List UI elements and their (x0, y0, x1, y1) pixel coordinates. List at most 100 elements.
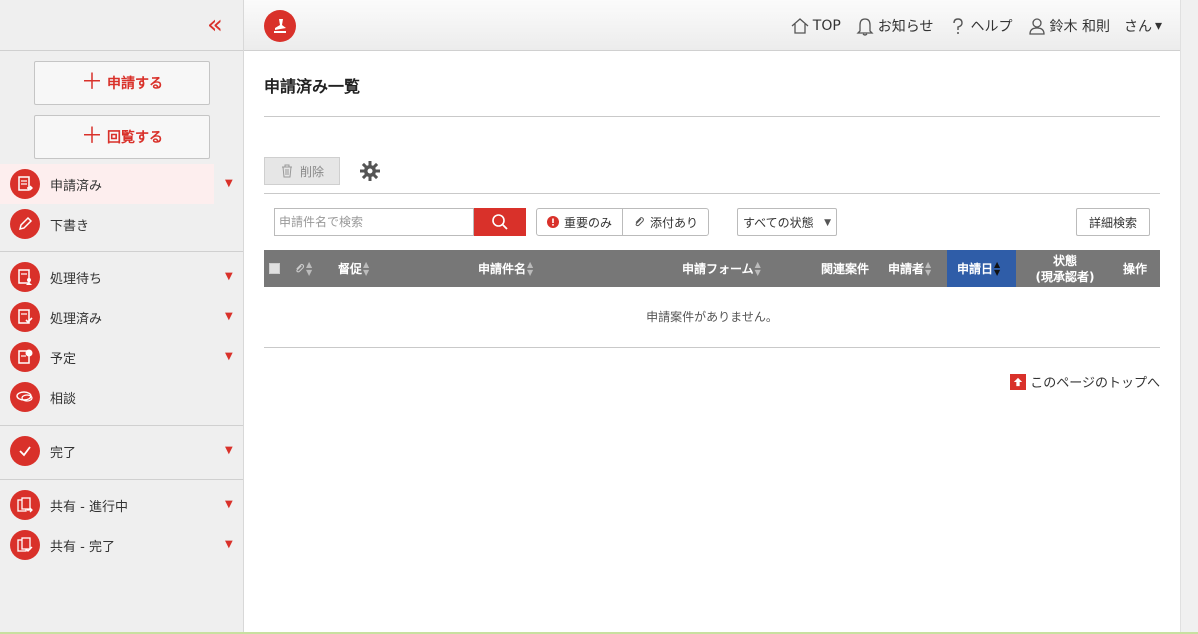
sidebar-item-shared-in-progress[interactable]: 共有 - 進行中 (0, 485, 243, 525)
search-icon (492, 214, 508, 230)
pencil-icon (10, 209, 40, 239)
sidebar-divider (0, 251, 243, 252)
chevron-down-icon[interactable]: ▼ (225, 351, 233, 362)
paperclip-icon (635, 217, 644, 227)
document-person-icon (10, 262, 40, 292)
column-label: 関連案件 (821, 262, 870, 276)
help-link[interactable]: ヘルプ (948, 16, 1013, 36)
table-header: ▲ ▼ 督促 ▲ ▼ 申請件名 ▲ ▼ 申請フォーム ▲ ▼ 関連案件 申請者 ▲ ▼ 申… (264, 250, 1160, 287)
chevron-down-icon[interactable]: ▼ (225, 311, 233, 322)
title-divider (264, 116, 1160, 117)
column-form[interactable]: 申請フォーム ▲ ▼ (682, 250, 761, 287)
chevron-down-icon[interactable]: ▼ (225, 445, 233, 456)
column-related: 関連案件 (821, 250, 869, 287)
column-date[interactable]: 申請日 ▲ ▼ (947, 250, 1016, 287)
plus-icon: ＋ (80, 70, 103, 95)
sidebar-item-label: 完了 (50, 445, 77, 461)
select-all-checkbox[interactable] (269, 263, 280, 274)
chat-bubble-icon (10, 382, 40, 412)
sort-icon: ▲ ▼ (306, 259, 313, 277)
chevron-down-icon[interactable]: ▼ (225, 499, 233, 510)
status-select[interactable]: すべての状態 ▼ (737, 208, 837, 236)
column-status[interactable]: 状態 (現承認者) (1016, 250, 1114, 287)
sidebar: « ＋ 申請する ＋ 回覧する 申請済み ▼ 下書き 処理待ち ▼ 処理済み ▼… (0, 0, 244, 634)
attachment-filter[interactable]: 添付あり (622, 209, 708, 235)
sidebar-divider (0, 425, 243, 426)
arrow-up-icon (1010, 373, 1027, 390)
attachment-filter-label: 添付あり (650, 215, 699, 230)
document-clock-icon (10, 342, 40, 372)
column-label: 操作 (1123, 262, 1148, 276)
column-urge[interactable]: 督促 ▲ ▼ (338, 250, 369, 287)
shared-docs-check-icon (10, 530, 40, 560)
shared-docs-icon (10, 490, 40, 520)
toolbar-divider (264, 193, 1160, 194)
filter-group: 重要のみ 添付あり (536, 208, 710, 236)
advanced-search-button[interactable]: 詳細検索 (1076, 208, 1150, 236)
double-chevron-left-icon[interactable]: « (201, 12, 225, 38)
page-top-link[interactable]: このページのトップへ (1010, 372, 1160, 391)
column-label: 督促 (338, 262, 363, 276)
help-link-label: ヘルプ (970, 18, 1013, 35)
apply-button-label: 申請する (107, 76, 163, 92)
sort-icon: ▲ ▼ (363, 259, 370, 277)
chevron-down-icon[interactable]: ▼ (225, 539, 233, 550)
sidebar-item-consult[interactable]: 相談 (0, 377, 243, 417)
column-label: 申請日 (957, 262, 994, 276)
sidebar-item-applied[interactable]: 申請済み (0, 164, 214, 204)
sidebar-item-scheduled[interactable]: 予定 (0, 337, 243, 377)
search-input[interactable] (274, 208, 474, 236)
chevron-down-icon[interactable]: ▼ (225, 271, 233, 282)
gear-icon[interactable] (359, 160, 381, 182)
sort-icon: ▲ ▼ (527, 259, 534, 277)
bell-icon (856, 17, 874, 36)
stamp-logo-icon[interactable] (264, 10, 296, 42)
top-link[interactable]: TOP (790, 16, 841, 36)
sidebar-item-draft[interactable]: 下書き (0, 204, 243, 244)
home-icon (791, 17, 809, 34)
status-select-value: すべての状態 (743, 215, 814, 230)
sidebar-item-label: 相談 (50, 391, 77, 407)
column-label: 申請フォーム (682, 262, 754, 276)
attachment-sort-header[interactable]: ▲ ▼ (294, 250, 312, 287)
column-label: (現承認者) (1035, 269, 1095, 284)
vertical-scrollbar[interactable] (1180, 0, 1198, 634)
sort-icon: ▲ ▼ (925, 259, 932, 277)
exclamation-icon (547, 216, 559, 228)
sidebar-item-completed[interactable]: 完了 (0, 431, 243, 471)
trash-icon (281, 164, 292, 178)
page-title: 申請済み一覧 (264, 77, 361, 96)
caret-down-icon: ▾ (1154, 17, 1162, 34)
column-subject[interactable]: 申請件名 ▲ ▼ (478, 250, 533, 287)
top-link-label: TOP (812, 17, 841, 34)
sidebar-item-label: 処理済み (50, 311, 103, 327)
table-bottom-divider (264, 347, 1160, 348)
sidebar-item-label: 予定 (50, 351, 77, 367)
user-icon (1028, 17, 1045, 35)
header-nav: TOP お知らせ ヘルプ 鈴木 和則 さん ▾ (790, 0, 1162, 51)
question-icon (952, 17, 963, 34)
circulate-button[interactable]: ＋ 回覧する (34, 115, 210, 159)
user-menu[interactable]: 鈴木 和則 さん ▾ (1027, 16, 1162, 36)
chevron-down-icon[interactable]: ▼ (225, 178, 233, 189)
sidebar-divider (0, 479, 243, 480)
sidebar-item-pending[interactable]: 処理待ち (0, 257, 243, 297)
sidebar-item-processed[interactable]: 処理済み (0, 297, 243, 337)
column-applicant[interactable]: 申請者 ▲ ▼ (888, 250, 931, 287)
important-only-filter[interactable]: 重要のみ (537, 209, 622, 235)
sidebar-item-label: 下書き (50, 218, 90, 234)
page-top-label: このページのトップへ (1030, 376, 1160, 391)
apply-button[interactable]: ＋ 申請する (34, 61, 210, 105)
document-arrow-icon (10, 169, 40, 199)
sidebar-item-shared-completed[interactable]: 共有 - 完了 (0, 525, 243, 565)
search-button[interactable] (474, 208, 526, 236)
empty-message: 申請案件がありません。 (646, 310, 778, 324)
sidebar-item-label: 共有 - 進行中 (50, 499, 128, 515)
top-header: TOP お知らせ ヘルプ 鈴木 和則 さん ▾ (244, 0, 1198, 51)
circulate-button-label: 回覧する (107, 130, 163, 146)
delete-button[interactable]: 削除 (264, 157, 340, 185)
caret-down-icon: ▼ (824, 218, 831, 228)
notice-link[interactable]: お知らせ (855, 16, 934, 36)
column-label: 状態 (1052, 253, 1077, 268)
column-label: 申請者 (888, 262, 925, 276)
